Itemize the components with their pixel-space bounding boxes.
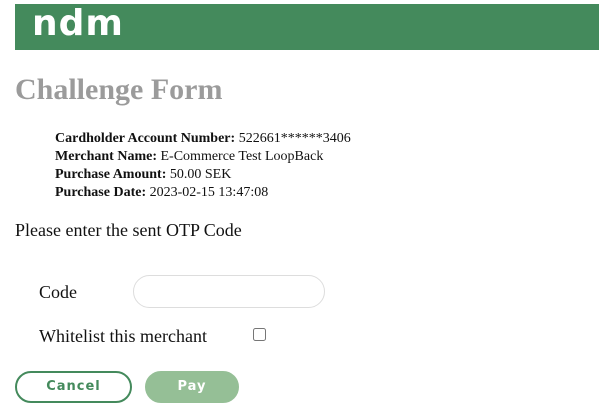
purchase-date-value: 2023-02-15 13:47:08 — [149, 185, 269, 200]
brand-logo: ndm — [32, 3, 124, 44]
account-number-row: Cardholder Account Number: 522661******3… — [55, 130, 351, 148]
whitelist-checkbox[interactable] — [253, 328, 266, 341]
account-number-value: 522661******3406 — [238, 131, 351, 146]
merchant-name-label: Merchant Name: — [55, 149, 157, 164]
purchase-amount-value: 50.00 SEK — [169, 167, 232, 182]
otp-instruction: Please enter the sent OTP Code — [15, 220, 242, 240]
purchase-details: Cardholder Account Number: 522661******3… — [55, 130, 351, 202]
otp-code-input[interactable] — [133, 275, 325, 308]
pay-button[interactable]: Pay — [145, 371, 239, 403]
purchase-date-row: Purchase Date: 2023-02-15 13:47:08 — [55, 184, 351, 202]
cancel-button[interactable]: Cancel — [15, 371, 132, 403]
purchase-date-label: Purchase Date: — [55, 185, 147, 200]
header-bar: ndm — [15, 3, 599, 50]
purchase-amount-row: Purchase Amount: 50.00 SEK — [55, 166, 351, 184]
code-label: Code — [39, 282, 77, 302]
account-number-label: Cardholder Account Number: — [55, 131, 236, 146]
purchase-amount-label: Purchase Amount: — [55, 167, 167, 182]
merchant-name-row: Merchant Name: E-Commerce Test LoopBack — [55, 148, 351, 166]
whitelist-label: Whitelist this merchant — [39, 326, 207, 346]
merchant-name-value: E-Commerce Test LoopBack — [160, 149, 324, 164]
page-title: Challenge Form — [15, 73, 223, 106]
